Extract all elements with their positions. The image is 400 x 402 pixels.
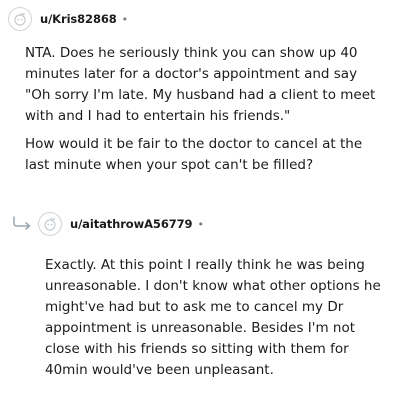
username[interactable]: u/Kris82868 bbox=[40, 12, 117, 26]
snoo-avatar-icon bbox=[14, 13, 26, 26]
username[interactable]: u/aitathrowA56779 bbox=[70, 217, 193, 231]
reply-arrow-icon bbox=[13, 216, 31, 230]
separator-dot: • bbox=[197, 217, 204, 231]
avatar[interactable] bbox=[38, 212, 62, 236]
comment-paragraph: How would it be fair to the doctor to ca… bbox=[25, 136, 363, 173]
avatar[interactable] bbox=[8, 7, 32, 31]
separator-dot: • bbox=[121, 12, 129, 26]
comment-body: NTA. Does he seriously think you can sho… bbox=[25, 43, 385, 183]
comment-body: Exactly. At this point I really think he… bbox=[45, 255, 385, 388]
comment-paragraph: Exactly. At this point I really think he… bbox=[45, 257, 381, 378]
comment-header: u/aitathrowA56779 • bbox=[38, 211, 204, 237]
snoo-avatar-icon bbox=[44, 218, 56, 231]
comment-paragraph: NTA. Does he seriously think you can sho… bbox=[25, 45, 376, 124]
comment-header: u/Kris82868 • bbox=[8, 6, 128, 32]
